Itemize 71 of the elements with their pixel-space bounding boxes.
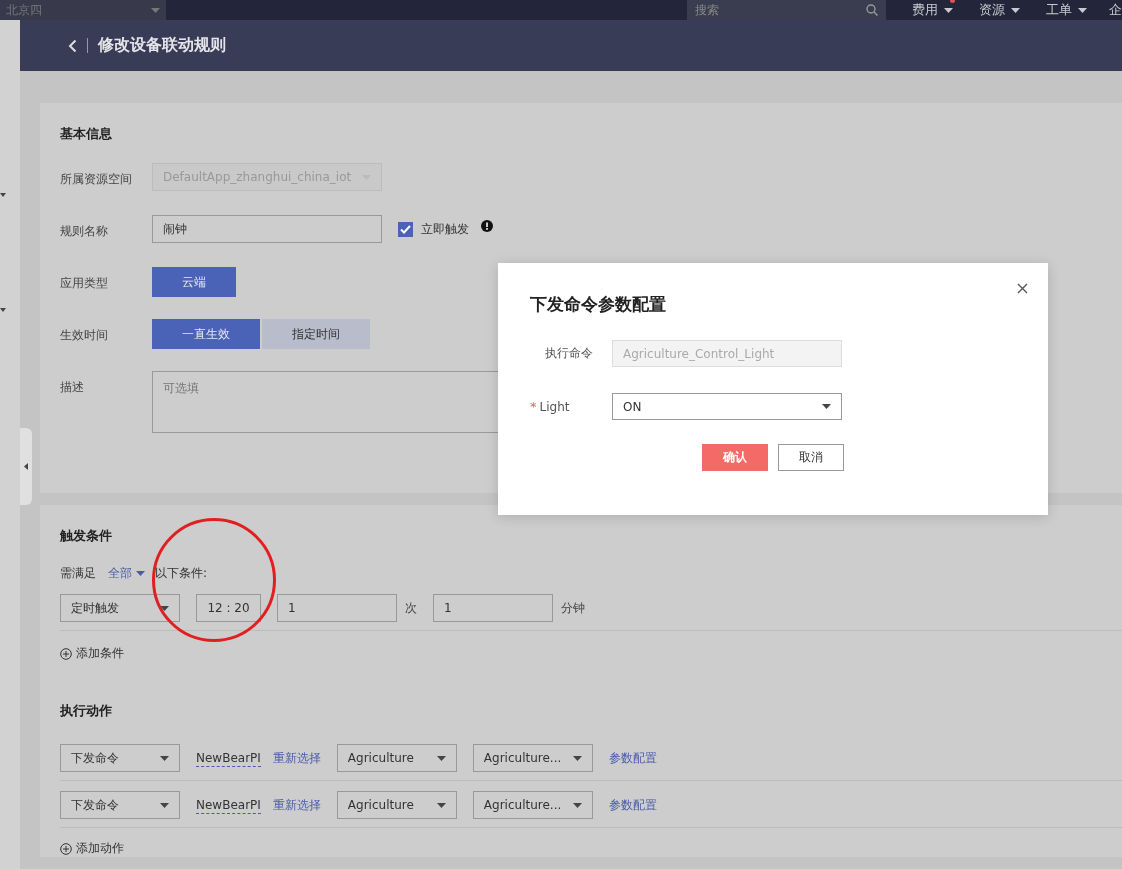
caret-icon — [436, 802, 446, 808]
plus-circle-icon — [60, 647, 72, 660]
device-name: NewBearPI — [196, 749, 261, 767]
match-label: 以下条件: — [155, 565, 208, 582]
product-select[interactable]: Agriculture — [336, 744, 457, 772]
caret-icon — [1011, 7, 1020, 13]
caret-icon — [160, 802, 169, 808]
config-link[interactable]: 参数配置 — [608, 749, 657, 767]
unit-label: 次 — [405, 599, 417, 617]
nav-menu[interactable]: 费用 — [912, 1, 953, 19]
caret-icon — [572, 755, 582, 761]
add-action-link[interactable]: 添加动作 — [60, 840, 1122, 857]
config-link[interactable]: 参数配置 — [608, 796, 657, 814]
match-label: 需满足 — [60, 565, 96, 582]
product-select[interactable]: Agriculture — [336, 791, 457, 819]
collapse-icon — [24, 463, 28, 470]
caret-icon — [822, 404, 831, 409]
cancel-button[interactable]: 取消 — [778, 444, 844, 471]
unit-label: 分钟 — [561, 599, 585, 617]
nav-menu[interactable]: 工单 — [1046, 1, 1087, 19]
reselect-link[interactable]: 重新选择 — [272, 796, 321, 814]
section-title: 触发条件 — [60, 527, 113, 545]
segment-tab[interactable]: 云端 — [152, 267, 236, 297]
section-title: 基本信息 — [60, 125, 113, 143]
field-label: 执行命令 — [545, 345, 593, 362]
add-condition-link[interactable]: 添加条件 — [60, 645, 1122, 662]
caret-icon — [160, 605, 169, 611]
caret-icon — [436, 755, 446, 761]
action-type-select[interactable]: 下发命令 — [60, 744, 180, 772]
field-label: 应用类型 — [60, 275, 109, 292]
segment-tab[interactable]: 一直生效 — [152, 319, 260, 349]
caret-icon — [136, 571, 145, 576]
match-dropdown[interactable]: 全部 — [108, 565, 145, 582]
nav-menu[interactable]: 资源 — [979, 1, 1020, 19]
caret-icon — [572, 802, 582, 808]
close-icon[interactable] — [1017, 283, 1028, 294]
field-label: 所属资源空间 — [60, 171, 133, 188]
action-type-select[interactable]: 下发命令 — [60, 791, 180, 819]
trigger-type-select[interactable]: 定时触发 — [60, 594, 180, 622]
caret-icon — [0, 308, 6, 312]
plus-circle-icon — [60, 842, 72, 855]
segment-tab[interactable]: 指定时间 — [262, 319, 370, 349]
field-label: 生效时间 — [60, 327, 109, 344]
required-icon: * — [530, 399, 537, 414]
checkbox-label: 立即触发 — [421, 220, 469, 238]
rule-name-field[interactable]: 闹钟 — [152, 215, 382, 243]
caret-icon — [0, 193, 6, 197]
device-name: NewBearPI — [196, 796, 261, 814]
command-field: Agriculture_Control_Light — [612, 340, 842, 367]
interval-field[interactable]: 1 — [433, 594, 553, 622]
count-field[interactable]: 1 — [277, 594, 397, 622]
caret-icon — [151, 7, 160, 13]
back-icon[interactable] — [68, 38, 77, 53]
page-title: 修改设备联动规则 — [98, 35, 226, 56]
search-icon — [866, 4, 878, 16]
command-select[interactable]: Agriculture... — [472, 744, 593, 772]
dialog-title: 下发命令参数配置 — [530, 293, 667, 316]
checkbox[interactable] — [398, 221, 413, 237]
field-label: 规则名称 — [60, 223, 109, 240]
caret-icon — [1078, 7, 1087, 13]
value-select[interactable]: ON — [612, 393, 842, 420]
field-label: Light — [539, 399, 570, 414]
section-title: 执行动作 — [60, 702, 113, 720]
command-select[interactable]: Agriculture... — [472, 791, 593, 819]
info-icon — [481, 220, 493, 232]
nav-menu[interactable]: 企 — [1109, 1, 1122, 19]
caret-icon — [160, 755, 169, 761]
time-field[interactable]: 12 : 20 — [196, 594, 261, 622]
reselect-link[interactable]: 重新选择 — [272, 749, 321, 767]
field-label: 描述 — [60, 379, 85, 396]
caret-icon — [944, 7, 953, 13]
